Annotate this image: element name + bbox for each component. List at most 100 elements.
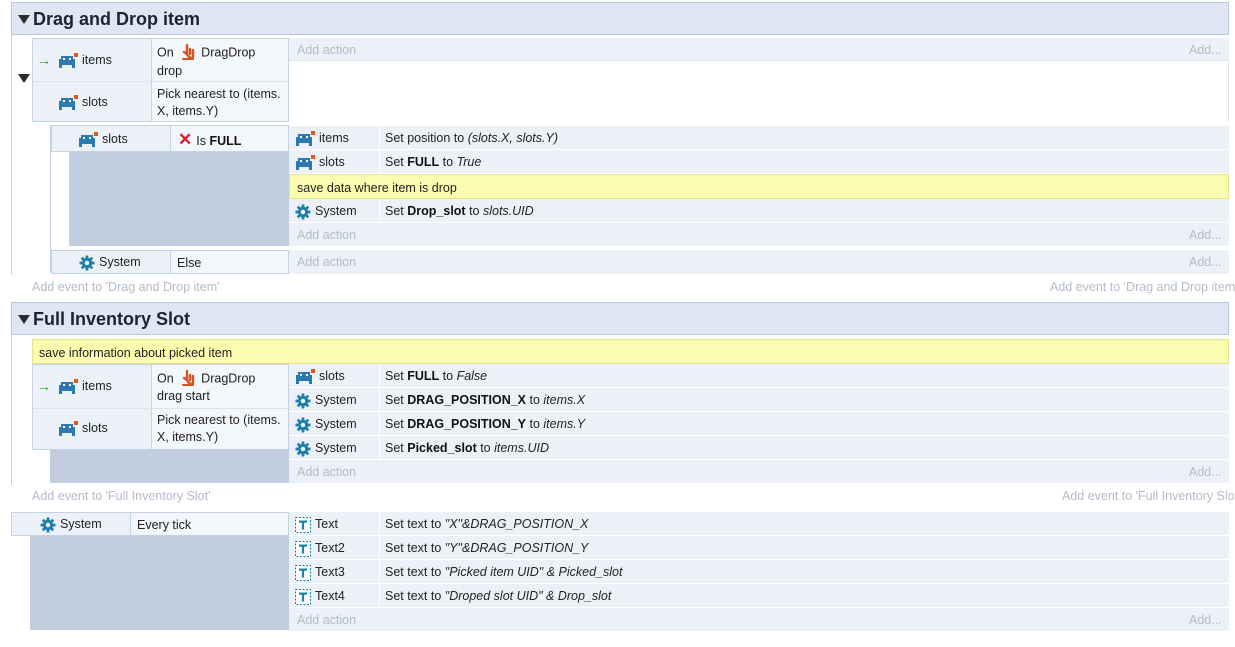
- dragdrop-icon: [181, 370, 197, 388]
- comment-row[interactable]: save information about picked item: [32, 339, 1229, 364]
- action-divider: [379, 199, 380, 223]
- action-object-slots[interactable]: slots: [295, 154, 345, 171]
- action-row[interactable]: System Set DRAG_POSITION_Y to items.Y: [289, 412, 1229, 436]
- action-row[interactable]: Text Set text to "X"&DRAG_POSITION_X: [289, 512, 1229, 536]
- condition-object-slots[interactable]: slots: [78, 131, 128, 148]
- condition-object-items[interactable]: items: [58, 378, 112, 395]
- action-text[interactable]: Set FULL to True: [385, 154, 481, 170]
- action-divider: [379, 126, 380, 150]
- action-divider: [379, 512, 380, 536]
- add-action-link[interactable]: Add action: [297, 227, 356, 243]
- condition-object-system[interactable]: System: [79, 254, 141, 271]
- group-header-full-inventory-slot[interactable]: Full Inventory Slot: [11, 302, 1229, 335]
- condition-on-drop-line2: drop: [157, 64, 183, 78]
- group-left-rail: [11, 35, 12, 275]
- add-action-more[interactable]: Add...: [1189, 42, 1222, 58]
- add-action-link[interactable]: Add action: [297, 464, 356, 480]
- system-gear-icon: [79, 255, 95, 271]
- add-action-more[interactable]: Add...: [1189, 612, 1222, 628]
- condition-empty-fill: [69, 152, 289, 246]
- add-action-row[interactable]: Add action Add...: [289, 460, 1229, 483]
- action-object-items[interactable]: items: [295, 130, 349, 147]
- group-header-drag-and-drop[interactable]: Drag and Drop item: [11, 2, 1229, 35]
- action-object-system[interactable]: System: [295, 416, 357, 433]
- sprite-icon: [295, 155, 315, 171]
- system-gear-icon: [295, 393, 311, 409]
- condition-object-system[interactable]: System: [40, 516, 102, 533]
- condition-empty-fill: [30, 536, 289, 630]
- action-divider: [379, 560, 380, 584]
- group-title: Drag and Drop item: [33, 9, 201, 29]
- action-divider: [379, 364, 380, 388]
- action-row[interactable]: System Set DRAG_POSITION_X to items.X: [289, 388, 1229, 412]
- trigger-arrow-icon: →: [37, 378, 51, 394]
- trigger-arrow-icon: →: [37, 52, 51, 68]
- add-event-link[interactable]: Add event to 'Full Inventory Slot': [32, 488, 210, 504]
- action-row[interactable]: Text4 Set text to "Droped slot UID" & Dr…: [289, 584, 1229, 608]
- dragdrop-icon: [181, 44, 197, 62]
- add-event-link-right[interactable]: Add event to 'Drag and Drop item'...: [1050, 279, 1235, 295]
- action-text[interactable]: Set text to "Y"&DRAG_POSITION_Y: [385, 540, 588, 556]
- add-action-link[interactable]: Add action: [297, 612, 356, 628]
- action-text[interactable]: Set FULL to False: [385, 368, 487, 384]
- action-object-system[interactable]: System: [295, 392, 357, 409]
- action-text[interactable]: Set text to "Picked item UID" & Picked_s…: [385, 564, 622, 580]
- action-object-system[interactable]: System: [295, 440, 357, 457]
- action-row[interactable]: items Set position to (slots.X, slots.Y): [289, 126, 1229, 150]
- sprite-icon: [58, 53, 78, 69]
- sprite-icon: [58, 95, 78, 111]
- action-row[interactable]: slots Set FULL to False: [289, 364, 1229, 388]
- condition-pick-nearest-line1: Pick nearest to (items.: [157, 87, 281, 101]
- collapse-triangle-icon[interactable]: [18, 15, 30, 24]
- action-object-text2[interactable]: Text2: [295, 540, 345, 557]
- add-action-row[interactable]: [289, 38, 1229, 61]
- group-left-rail: [11, 335, 12, 485]
- condition-object-items[interactable]: items: [58, 52, 112, 69]
- action-object-text[interactable]: Text: [295, 516, 338, 533]
- action-row[interactable]: System Set Picked_slot to items.UID: [289, 436, 1229, 460]
- condition-every-tick[interactable]: Every tick: [137, 517, 191, 533]
- action-row[interactable]: Text2 Set text to "Y"&DRAG_POSITION_Y: [289, 536, 1229, 560]
- invert-x-icon: ✕: [178, 130, 193, 149]
- condition-on-drop[interactable]: On DragDrop: [157, 44, 255, 62]
- text-object-icon: [295, 541, 311, 557]
- action-row[interactable]: Text3 Set text to "Picked item UID" & Pi…: [289, 560, 1229, 584]
- add-action-more[interactable]: Add...: [1189, 254, 1222, 270]
- comment-row[interactable]: save data where item is drop: [289, 174, 1229, 199]
- add-action-row[interactable]: Add action Add...: [289, 223, 1229, 246]
- condition-object-slots[interactable]: slots: [58, 420, 108, 437]
- text-object-icon: [295, 565, 311, 581]
- action-object-text4[interactable]: Text4: [295, 588, 345, 605]
- collapse-event-icon[interactable]: [18, 74, 30, 83]
- condition-object-slots[interactable]: slots: [58, 94, 108, 111]
- add-action-row[interactable]: Add action Add...: [289, 250, 1229, 274]
- add-action-more[interactable]: Add...: [1189, 464, 1222, 480]
- action-text[interactable]: Set text to "Droped slot UID" & Drop_slo…: [385, 588, 611, 604]
- action-object-slots[interactable]: slots: [295, 368, 345, 385]
- add-action-link[interactable]: Add action: [297, 42, 356, 58]
- action-object-system[interactable]: System: [295, 203, 357, 220]
- action-divider: [379, 536, 380, 560]
- condition-else[interactable]: Else: [177, 255, 201, 271]
- action-object-text3[interactable]: Text3: [295, 564, 345, 581]
- action-row[interactable]: slots Set FULL to True: [289, 150, 1229, 174]
- condition-is-full[interactable]: ✕ Is FULL: [178, 130, 241, 149]
- comment-text: save information about picked item: [39, 346, 233, 360]
- comment-text: save data where item is drop: [297, 181, 457, 195]
- add-action-link[interactable]: Add action: [297, 254, 356, 270]
- action-row[interactable]: System Set Drop_slot to slots.UID: [289, 199, 1229, 223]
- action-text[interactable]: Set DRAG_POSITION_Y to items.Y: [385, 416, 585, 432]
- condition-on-drag-start[interactable]: On DragDrop: [157, 370, 255, 388]
- add-action-row[interactable]: Add action Add...: [289, 608, 1229, 631]
- add-event-link-right[interactable]: Add event to 'Full Inventory Slot'...: [1062, 488, 1235, 504]
- event-action-area: [289, 61, 1229, 122]
- condition-pick-nearest-line1: Pick nearest to (items.: [157, 413, 281, 427]
- add-event-link[interactable]: Add event to 'Drag and Drop item': [32, 279, 220, 295]
- action-text[interactable]: Set Picked_slot to items.UID: [385, 440, 549, 456]
- action-text[interactable]: Set Drop_slot to slots.UID: [385, 203, 534, 219]
- action-text[interactable]: Set position to (slots.X, slots.Y): [385, 130, 558, 146]
- action-text[interactable]: Set text to "X"&DRAG_POSITION_X: [385, 516, 588, 532]
- action-text[interactable]: Set DRAG_POSITION_X to items.X: [385, 392, 585, 408]
- add-action-more[interactable]: Add...: [1189, 227, 1222, 243]
- collapse-triangle-icon[interactable]: [18, 315, 30, 324]
